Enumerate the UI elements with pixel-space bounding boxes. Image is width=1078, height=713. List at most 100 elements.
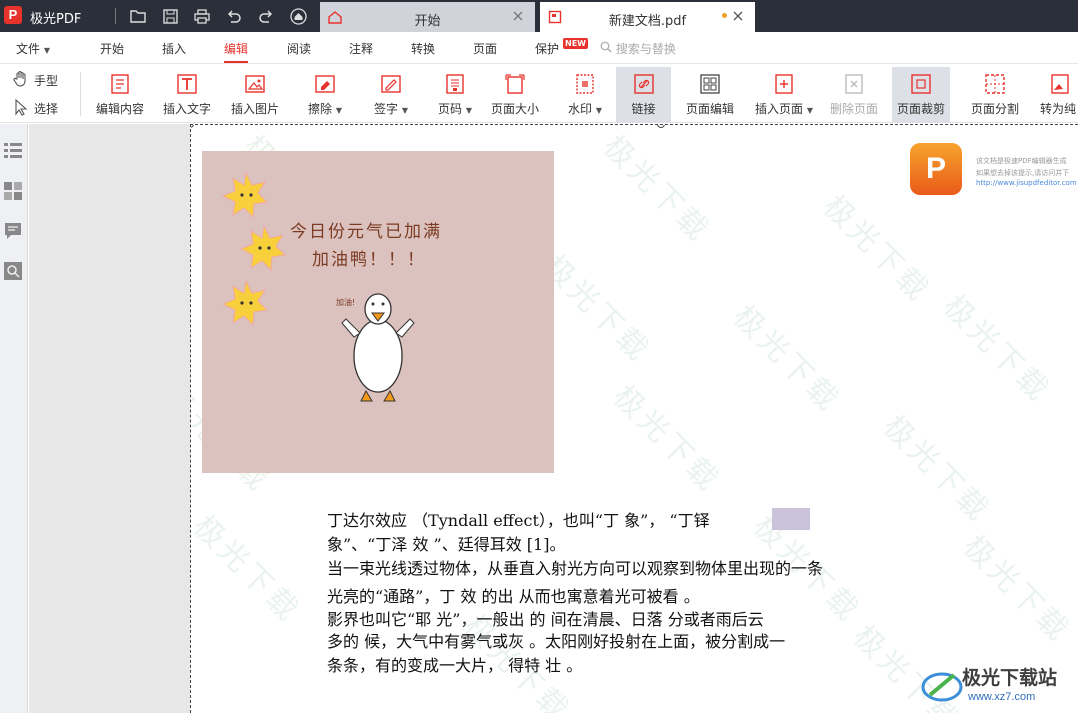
title-bar: P 极光PDF 开始 新建文档.pdf (0, 0, 1078, 32)
tab-label: 开始 (414, 14, 441, 29)
print-icon[interactable] (192, 6, 212, 26)
open-folder-icon[interactable] (128, 6, 148, 26)
delete-page-button[interactable]: 删除页面 (827, 67, 881, 123)
insert-text-button[interactable]: 插入文字 (157, 67, 217, 123)
notice-link[interactable]: http://www.jisupdfeditor.com (976, 179, 1077, 187)
save-icon[interactable] (160, 6, 180, 26)
menu-annotate[interactable]: 注释 (349, 40, 373, 57)
redo-icon[interactable] (256, 6, 276, 26)
crop-icon (909, 72, 933, 96)
menu-page[interactable]: 页面 (473, 40, 497, 57)
menu-file[interactable]: 文件 ▼ (16, 40, 50, 57)
menu-protect[interactable]: 保护 (535, 40, 559, 57)
close-icon[interactable] (509, 7, 527, 25)
search-panel-icon[interactable] (2, 260, 24, 282)
select-tool[interactable]: 选择 (12, 98, 58, 119)
menu-edit[interactable]: 编辑 (224, 40, 249, 63)
split-icon (983, 72, 1007, 96)
doc-line: 条条，有的变成一大片， 得特 壮 。 (327, 656, 583, 675)
watermark-text: 极光下载 (726, 299, 847, 420)
undo-icon[interactable] (224, 6, 244, 26)
close-icon[interactable] (729, 7, 747, 25)
erase-button[interactable]: 擦除 ▼ (300, 67, 350, 123)
search-replace[interactable]: 搜索与替换 (600, 40, 676, 57)
watermark-text: 极光下载 (190, 509, 307, 630)
pdf-page[interactable]: 极光下载 极光下载 极光下载 极光下载 极光下载 极光下载 极光下载 极光下载 … (190, 124, 1078, 713)
menu-bar: 文件 ▼ 开始 插入 编辑 阅读 注释 转换 页面 保护 NEW (0, 32, 1078, 64)
app-name: 极光PDF (30, 12, 82, 27)
cursor-icon (12, 98, 30, 119)
menu-convert[interactable]: 转换 (411, 40, 435, 57)
image-page-icon (1048, 72, 1072, 96)
edit-content-button[interactable]: 编辑内容 (90, 67, 150, 123)
watermark-text: 极光下载 (596, 129, 717, 250)
watermark-text: 极光下载 (936, 289, 1057, 410)
divider (80, 72, 81, 116)
edit-content-icon (108, 72, 132, 96)
watermark-text: 极光下载 (876, 409, 997, 530)
insert-text-icon (175, 72, 199, 96)
page-edit-button[interactable]: 页面编辑 (681, 67, 739, 123)
page-number-icon (443, 72, 467, 96)
watermark-text: 极光下载 (536, 249, 657, 370)
unsaved-indicator (722, 13, 727, 18)
site-title: 极光下载站 (962, 667, 1058, 689)
menu-insert[interactable]: 插入 (162, 40, 186, 57)
divider (115, 8, 116, 24)
site-watermark-logo: 极光下载站 www.xz7.com (918, 661, 1078, 713)
delete-page-icon (842, 72, 866, 96)
picture-caption: 今日份元气已加满 (290, 222, 442, 242)
crop-handle[interactable] (657, 125, 665, 128)
link-button[interactable]: 链接 (616, 67, 671, 123)
link-icon (632, 72, 656, 96)
doc-line: 象”、“丁泽 效 ”、廷得耳效 [1]。 (327, 535, 566, 554)
pdf-editor-logo: P (910, 143, 962, 195)
hand-icon (12, 70, 30, 91)
canvas-background (29, 124, 190, 713)
home-circle-icon[interactable] (288, 6, 308, 26)
cartoon-image: 今日份元气已加满 加油鸭！！！ 加油! (202, 151, 554, 473)
page-crop-button[interactable]: 页面裁剪 (892, 67, 950, 123)
watermark-text: 极光下载 (956, 529, 1077, 650)
search-icon (600, 41, 612, 56)
watermark-text: 极光下载 (606, 379, 727, 500)
watermark-button[interactable]: 水印 ▼ (560, 67, 610, 123)
page-split-button[interactable]: 页面分割 (965, 67, 1025, 123)
page-size-button[interactable]: 页面大小 (487, 67, 543, 123)
eraser-icon (313, 72, 337, 96)
insert-page-button[interactable]: 插入页面 ▼ (752, 67, 816, 123)
doc-line: 光亮的“通路”，丁 效 的出 从而也寓意着光可被看 。 (327, 587, 700, 606)
doc-line: 影界也叫它“耶 光”，一般出 的 间在清晨、日落 分或者雨后云 (327, 610, 764, 629)
page-edit-icon (698, 72, 722, 96)
notice-text: 如果想去掉该提示,请访问并下 (976, 169, 1070, 177)
insert-image-icon (243, 72, 267, 96)
doc-line: 当一束光线透过物体，从垂直入射光方向可以观察到物体里出现的一条 (327, 559, 824, 578)
doc-line: 丁达尔效应 （Tyndall effect），也叫“丁 象”， “丁铎 (327, 511, 710, 530)
page-size-icon (503, 72, 527, 96)
picture-caption: 加油鸭！！！ (312, 250, 426, 270)
watermark-icon (573, 72, 597, 96)
tab-start[interactable]: 开始 (320, 2, 535, 32)
thumbnails-icon[interactable] (2, 180, 24, 202)
insert-page-icon (772, 72, 796, 96)
page-number-button[interactable]: 页码 ▼ (430, 67, 480, 123)
convert-to-image-button[interactable]: 转为纯 (1040, 67, 1078, 123)
menu-start[interactable]: 开始 (100, 40, 124, 57)
doc-line: 多的 候，大气中有雾气或灰 。太阳刚好投射在上面，被分割成一 (327, 632, 786, 651)
menu-read[interactable]: 阅读 (287, 40, 311, 57)
watermark-text: 极光下载 (816, 189, 937, 310)
notice-text: 该文档是极速PDF编辑器生成 (976, 157, 1067, 165)
crop-handle[interactable] (191, 125, 194, 128)
annotations-icon[interactable] (2, 220, 24, 242)
signature-icon (379, 72, 403, 96)
sign-button[interactable]: 签字 ▼ (366, 67, 416, 123)
site-url: www.xz7.com (968, 691, 1036, 703)
hand-tool[interactable]: 手型 (12, 70, 58, 91)
insert-image-button[interactable]: 插入图片 (225, 67, 285, 123)
highlight-mark (772, 508, 810, 530)
new-badge: NEW (563, 38, 588, 49)
left-sidebar (0, 124, 28, 713)
app-logo: P (4, 6, 22, 24)
outline-icon[interactable] (2, 140, 24, 162)
picture-caption: 加油! (336, 298, 356, 307)
